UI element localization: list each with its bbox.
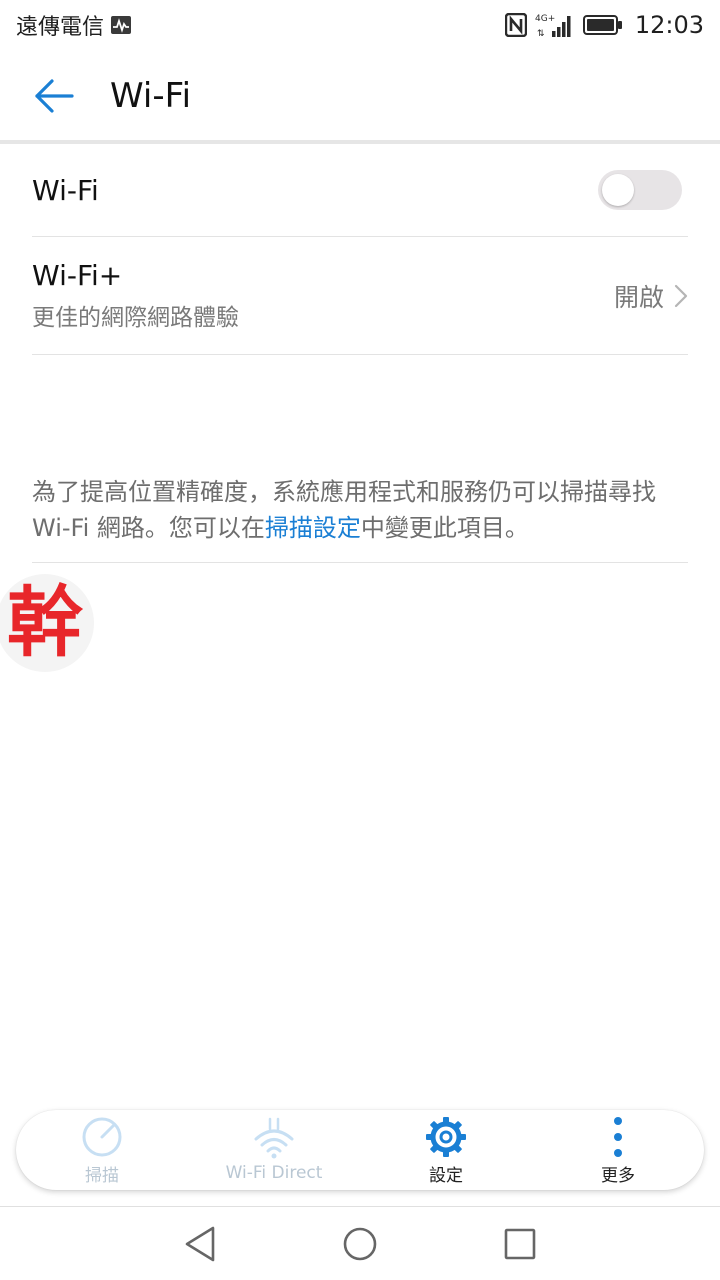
nav-recents-button[interactable]: [440, 1207, 600, 1280]
arrow-left-icon: [35, 79, 74, 113]
triangle-back-icon: [185, 1226, 215, 1261]
page-title: Wi-Fi: [110, 76, 192, 116]
wifi-direct-label: Wi-Fi Direct: [225, 1163, 323, 1183]
activity-icon: [111, 16, 132, 34]
scan-label: 掃描: [85, 1165, 119, 1186]
square-recents-icon: [504, 1228, 536, 1259]
wifi-plus-row[interactable]: Wi-Fi+ 更佳的網際網路體驗 開啟: [32, 237, 688, 355]
info-text-after: 中變更此項目。: [360, 514, 529, 542]
wifi-plus-subtitle: 更佳的網際網路體驗: [32, 305, 239, 331]
clock: 12:03: [634, 11, 704, 39]
settings-list: Wi-Fi Wi-Fi+ 更佳的網際網路體驗 開啟: [32, 144, 688, 355]
wifi-plus-value: 開啟: [613, 282, 664, 312]
wifi-direct-action[interactable]: Wi-Fi Direct: [188, 1110, 360, 1190]
bottom-action-bar: 掃描 Wi-Fi Direct 設定 更多: [16, 1110, 704, 1190]
scan-action[interactable]: 掃描: [16, 1110, 188, 1190]
carrier-name: 遠傳電信: [16, 15, 105, 40]
scan-settings-link[interactable]: 掃描設定: [265, 514, 361, 542]
badge-character: 幹: [7, 578, 83, 667]
settings-action[interactable]: 設定: [360, 1110, 532, 1190]
wifi-plus-value-group: 開啟: [614, 278, 688, 314]
scan-info-text: 為了提高位置精確度，系統應用程式和服務仍可以掃描尋找 Wi-Fi 網路。您可以在…: [32, 474, 688, 563]
chevron-right-icon: [674, 284, 688, 307]
nav-home-button[interactable]: [280, 1207, 440, 1280]
app-bar: Wi-Fi: [0, 50, 720, 142]
nav-back-button[interactable]: [120, 1207, 280, 1280]
wifi-toggle-row[interactable]: Wi-Fi: [32, 144, 688, 237]
more-action[interactable]: 更多: [532, 1110, 704, 1190]
wifi-plus-label: Wi-Fi+: [32, 259, 123, 292]
carrier-info: 遠傳電信: [16, 9, 132, 41]
wifi-switch-knob: [602, 174, 634, 206]
status-icons: 4G+ ⇅ 12:03: [504, 11, 704, 39]
scan-icon: [82, 1117, 122, 1156]
back-button[interactable]: [0, 50, 110, 142]
wifi-direct-icon: [254, 1117, 294, 1159]
wifi-label: Wi-Fi: [32, 173, 99, 207]
system-nav-bar: [0, 1207, 720, 1280]
settings-label: 設定: [429, 1165, 463, 1186]
wifi-plus-texts: Wi-Fi+ 更佳的網際網路體驗: [32, 259, 239, 332]
floating-badge[interactable]: 幹: [0, 574, 94, 672]
wifi-settings-screen: 遠傳電信 4G+ ⇅ 12:03 Wi-Fi Wi-Fi Wi-Fi+ 更佳的網…: [0, 0, 720, 1280]
more-label: 更多: [601, 1165, 635, 1186]
wifi-switch[interactable]: [598, 170, 682, 210]
battery-icon: [582, 15, 622, 35]
signal-icon: 4G+ ⇅: [535, 14, 571, 38]
svg-text:⇅: ⇅: [537, 29, 545, 38]
gear-icon: [426, 1116, 466, 1157]
nfc-icon: [504, 13, 527, 37]
more-vertical-icon: [614, 1116, 622, 1157]
status-bar: 遠傳電信 4G+ ⇅ 12:03: [0, 0, 720, 50]
network-type: 4G+: [535, 14, 555, 24]
circle-home-icon: [343, 1227, 377, 1260]
